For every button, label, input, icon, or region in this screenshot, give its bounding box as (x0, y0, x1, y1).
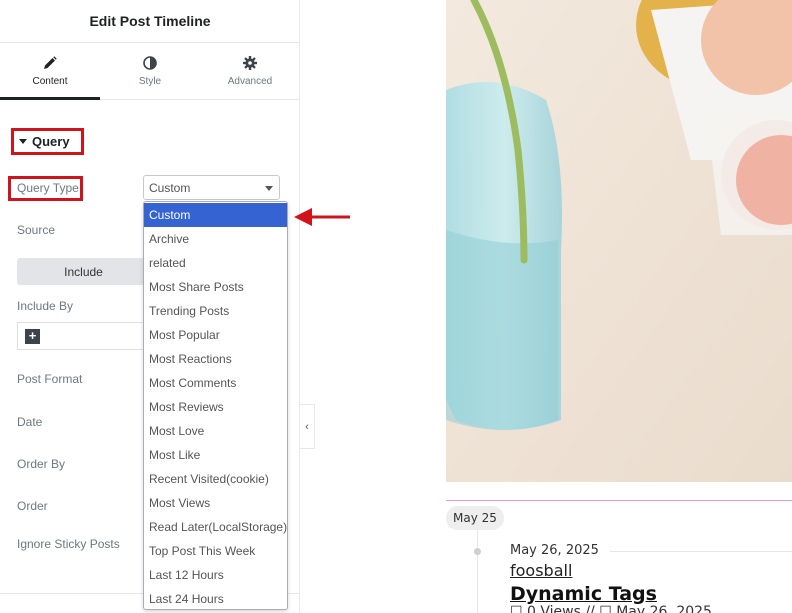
post-category-link[interactable]: foosball (510, 561, 572, 580)
date-label: Date (17, 415, 43, 429)
order-label: Order (17, 499, 48, 513)
tab-style[interactable]: Style (100, 43, 200, 99)
gear-icon (243, 56, 257, 70)
dropdown-option[interactable]: Last 12 Hours (144, 563, 287, 587)
featured-image-illustration (446, 0, 792, 482)
dropdown-option[interactable]: Archive (144, 227, 287, 251)
include-button[interactable]: Include (17, 258, 150, 285)
dropdown-option[interactable]: Most Share Posts (144, 275, 287, 299)
include-by-repeater: + (17, 322, 150, 350)
query-type-label: Query Type (17, 181, 79, 195)
pencil-icon (44, 56, 57, 69)
panel-header: Edit Post Timeline (0, 0, 300, 43)
include-by-label: Include By (17, 299, 74, 313)
dropdown-option[interactable]: Recent Visited(cookie) (144, 467, 287, 491)
dropdown-option[interactable]: Most Reviews (144, 395, 287, 419)
dropdown-option[interactable]: Most Like (144, 443, 287, 467)
timeline-vertical-line (477, 530, 478, 613)
caret-down-icon (19, 139, 27, 144)
dropdown-option[interactable]: Most Reactions (144, 347, 287, 371)
tab-content[interactable]: Content (0, 43, 100, 100)
collapse-panel-button[interactable]: ‹ (300, 404, 315, 449)
annotation-arrow-icon (294, 208, 350, 226)
tab-advanced[interactable]: Advanced (200, 43, 300, 99)
dropdown-option[interactable]: Top Post This Week (144, 539, 287, 563)
post-meta: ☐ 0 Views // ☐ May 26, 2025 (510, 604, 712, 613)
panel-title: Edit Post Timeline (89, 13, 211, 29)
post-date: May 26, 2025 (510, 543, 599, 558)
query-type-dropdown: Custom Archive related Most Share Posts … (143, 201, 288, 610)
dropdown-option[interactable]: Most Popular (144, 323, 287, 347)
source-label: Source (17, 223, 56, 237)
order-by-label: Order By (17, 457, 66, 471)
plus-icon[interactable]: + (25, 329, 40, 344)
dropdown-option[interactable]: Most Love (144, 419, 287, 443)
dropdown-option[interactable]: Custom (144, 203, 287, 227)
tab-style-label: Style (138, 76, 162, 87)
post-format-label: Post Format (17, 372, 83, 386)
dropdown-option[interactable]: Last 24 Hours (144, 587, 287, 611)
timeline-date-pill: May 25 (446, 506, 504, 530)
half-circle-icon (143, 56, 157, 70)
dropdown-option[interactable]: Most Views (144, 491, 287, 515)
tab-advanced-label: Advanced (227, 76, 273, 87)
dropdown-option[interactable]: Most Comments (144, 371, 287, 395)
post-date-divider (610, 551, 792, 552)
chevron-down-icon (265, 186, 273, 191)
dropdown-option[interactable]: Trending Posts (144, 299, 287, 323)
chevron-left-icon: ‹ (305, 420, 309, 433)
query-section-title: Query (32, 134, 70, 149)
timeline-divider (446, 500, 792, 501)
tab-content-label: Content (32, 76, 68, 87)
query-section-toggle[interactable]: Query (11, 128, 84, 155)
query-type-value: Custom (149, 180, 191, 195)
query-type-select[interactable]: Custom (143, 175, 280, 200)
dropdown-option[interactable]: related (144, 251, 287, 275)
ignore-sticky-label: Ignore Sticky Posts (17, 537, 120, 551)
dropdown-option[interactable]: Read Later(LocalStorage) (144, 515, 287, 539)
post-title-link[interactable]: Dynamic Tags (510, 583, 657, 605)
featured-image (446, 0, 792, 482)
panel-tabs: Content Style Advanced (0, 43, 300, 100)
timeline-dot (474, 548, 481, 555)
